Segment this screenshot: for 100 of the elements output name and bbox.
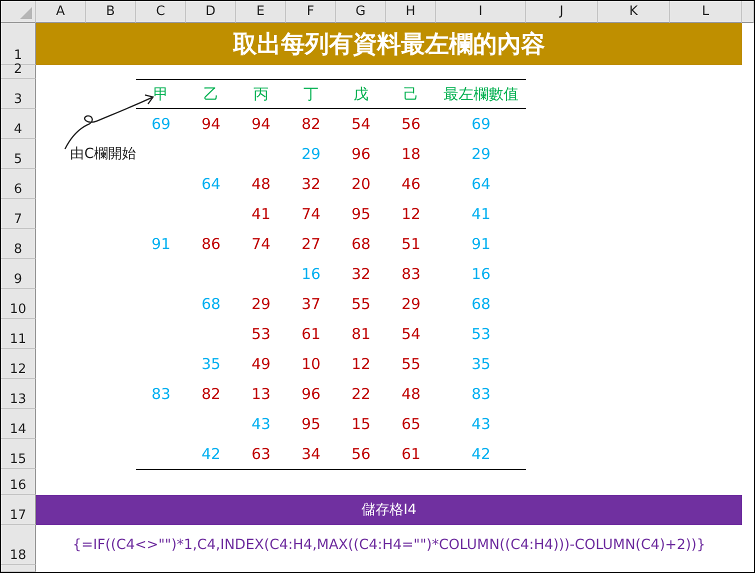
table-cell-text: 29 [470,144,492,165]
table-cell-text: 91 [150,234,172,255]
table-cell-text: 12 [400,204,422,225]
table-cell-text: 10 [300,354,322,375]
table-cell-text: 42 [200,444,222,465]
table-cell-text: 56 [350,444,372,465]
table-cell-text: 74 [250,234,272,255]
row-header[interactable]: 17 [1,495,36,525]
table-cell-text: 51 [400,234,422,255]
table-cell-text: 68 [470,294,492,315]
table-cell-text: 16 [300,264,322,285]
row-header[interactable]: 2 [1,65,36,79]
table-cell-text: 63 [250,444,272,465]
table-cell-text: 15 [350,414,372,435]
select-all-corner[interactable] [1,1,36,23]
table-cell-text: 82 [200,384,222,405]
table-cell-text: 43 [250,414,272,435]
table-header: 戊 [352,84,370,104]
column-header[interactable]: G [336,1,386,23]
table-cell-text: 12 [350,354,372,375]
table-cell-text: 13 [250,384,272,405]
row-header[interactable]: 4 [1,109,36,139]
column-header[interactable]: K [598,1,670,23]
column-header[interactable]: I [436,1,526,23]
table-cell-text: 18 [400,144,422,165]
table-cell-text: 48 [250,174,272,195]
annotation-text: 由C欄開始 [69,145,136,164]
table-cell-text: 69 [150,114,172,135]
table-cell-text: 83 [150,384,172,405]
table-cell-text: 42 [470,444,492,465]
table-cell-text: 43 [470,414,492,435]
row-header[interactable]: 1 [1,23,36,65]
table-cell-text: 86 [200,234,222,255]
table-cell-text: 91 [470,234,492,255]
table-cell-text: 96 [350,144,372,165]
table-cell-text: 53 [470,324,492,345]
table-cell-text: 54 [400,324,422,345]
table-cell-text: 16 [470,264,492,285]
table-cell-text: 35 [200,354,222,375]
table-cell-text: 20 [350,174,372,195]
table-cell-text: 56 [400,114,422,135]
table-cell-text: 53 [250,324,272,345]
row-header[interactable]: 9 [1,259,36,289]
column-header[interactable]: B [86,1,136,23]
column-header[interactable]: D [186,1,236,23]
row-header[interactable]: 18 [1,525,36,565]
table-cell-text: 35 [470,354,492,375]
table-cell-text: 94 [200,114,222,135]
row-header[interactable]: 12 [1,349,36,379]
table-header: 最左欄數值 [442,84,520,104]
table-cell-text: 69 [470,114,492,135]
row-header[interactable]: 14 [1,409,36,439]
table-cell-text: 64 [470,174,492,195]
table-cell-text: 27 [300,234,322,255]
row-header[interactable]: 11 [1,319,36,349]
table-header: 乙 [202,84,220,104]
row-header[interactable]: 5 [1,139,36,169]
table-cell-text: 83 [470,384,492,405]
table-header: 丙 [252,84,270,104]
column-header[interactable]: E [236,1,286,23]
table-cell-text: 55 [400,354,422,375]
column-header[interactable]: L [670,1,742,23]
table-cell-text: 81 [350,324,372,345]
column-header[interactable]: H [386,1,436,23]
table-cell-text: 41 [250,204,272,225]
table-cell-text: 41 [470,204,492,225]
table-cell-text: 83 [400,264,422,285]
column-header[interactable]: J [526,1,598,23]
row-header[interactable]: 7 [1,199,36,229]
table-header: 丁 [302,84,320,104]
table-cell-text: 49 [250,354,272,375]
column-header[interactable]: C [136,1,186,23]
table-cell-text: 48 [400,384,422,405]
row-header[interactable]: 8 [1,229,36,259]
row-header[interactable]: 15 [1,439,36,469]
row-header[interactable]: 3 [1,79,36,109]
row-header[interactable]: 13 [1,379,36,409]
table-cell-text: 29 [250,294,272,315]
formula-text: {=IF((C4<>"")*1,C4,INDEX(C4:H4,MAX((C4:H4="")*COLUMN((C4:H4)))-COLUMN(C4)+2))} [71,536,707,555]
title-banner: 取出每列有資料最左欄的內容 [36,23,742,65]
row-header[interactable]: 6 [1,169,36,199]
table-cell-text: 82 [300,114,322,135]
table-cell-text: 74 [300,204,322,225]
table-cell-text: 32 [350,264,372,285]
table-cell-text: 32 [300,174,322,195]
column-header[interactable]: F [286,1,336,23]
table-cell-text: 65 [400,414,422,435]
row-header[interactable]: 10 [1,289,36,319]
table-cell-text: 55 [350,294,372,315]
table-header: 己 [402,84,420,104]
row-header-background [1,565,36,572]
table-cell-text: 54 [350,114,372,135]
column-header[interactable]: A [36,1,86,23]
table-cell-text: 95 [300,414,322,435]
table-cell-text: 64 [200,174,222,195]
table-cell-text: 29 [300,144,322,165]
table-cell-text: 68 [200,294,222,315]
table-cell-text: 94 [250,114,272,135]
row-header[interactable]: 16 [1,469,36,495]
column-header-background [742,1,754,23]
